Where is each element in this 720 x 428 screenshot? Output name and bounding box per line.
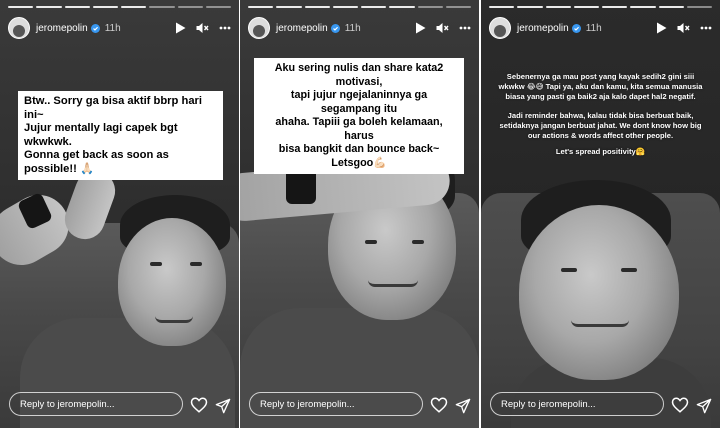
story-photo bbox=[481, 0, 720, 428]
story-panel-2[interactable]: jeromepolin 11h Aku sering nulis dan sha… bbox=[240, 0, 479, 428]
avatar[interactable] bbox=[489, 17, 511, 39]
mute-icon[interactable] bbox=[677, 22, 690, 34]
post-time: 11h bbox=[344, 22, 361, 34]
story-header: jeromepolin 11h bbox=[8, 15, 231, 41]
story-header: jeromepolin 11h bbox=[489, 15, 712, 41]
more-icon[interactable] bbox=[700, 26, 712, 30]
avatar[interactable] bbox=[8, 17, 30, 39]
story-panel-3[interactable]: jeromepolin 11h Sebenernya ga mau post y… bbox=[481, 0, 720, 428]
play-icon[interactable] bbox=[175, 22, 186, 34]
mute-icon[interactable] bbox=[196, 22, 209, 34]
play-icon[interactable] bbox=[656, 22, 667, 34]
heart-icon[interactable] bbox=[430, 396, 448, 414]
reply-input[interactable]: Reply to jeromepolin... bbox=[249, 392, 423, 416]
story-text-paragraph-3: Let's spread positivity🤗 bbox=[555, 147, 646, 156]
mute-icon[interactable] bbox=[436, 22, 449, 34]
avatar[interactable] bbox=[248, 17, 270, 39]
more-icon[interactable] bbox=[459, 26, 471, 30]
reply-input[interactable]: Reply to jeromepolin... bbox=[490, 392, 664, 416]
story-progress-bar bbox=[489, 6, 712, 8]
verified-badge-icon bbox=[90, 23, 100, 33]
verified-badge-icon bbox=[571, 23, 581, 33]
play-icon[interactable] bbox=[415, 22, 426, 34]
story-photo bbox=[0, 0, 239, 428]
verified-badge-icon bbox=[330, 23, 340, 33]
story-progress-bar bbox=[248, 6, 471, 8]
heart-icon[interactable] bbox=[190, 396, 208, 414]
heart-icon[interactable] bbox=[671, 396, 689, 414]
post-time: 11h bbox=[585, 22, 602, 34]
more-icon[interactable] bbox=[219, 26, 231, 30]
send-icon[interactable] bbox=[455, 398, 471, 414]
story-progress-bar bbox=[8, 6, 231, 8]
story-text-sticker: Btw.. Sorry ga bisa aktif bbrp hari ini~… bbox=[18, 91, 223, 180]
story-text-sticker: Aku sering nulis dan share kata2 motivas… bbox=[254, 58, 464, 174]
reply-input[interactable]: Reply to jeromepolin... bbox=[9, 392, 183, 416]
username[interactable]: jeromepolin bbox=[517, 23, 569, 34]
username[interactable]: jeromepolin bbox=[276, 23, 328, 34]
story-text-paragraph-1: Sebenernya ga mau post yang kayak sedih2… bbox=[498, 72, 703, 101]
story-text-paragraph-2: Jadi reminder bahwa, kalau tidak bisa be… bbox=[499, 111, 702, 140]
send-icon[interactable] bbox=[696, 398, 712, 414]
username[interactable]: jeromepolin bbox=[36, 23, 88, 34]
post-time: 11h bbox=[104, 22, 121, 34]
story-header: jeromepolin 11h bbox=[248, 15, 471, 41]
send-icon[interactable] bbox=[215, 398, 231, 414]
story-panel-1[interactable]: jeromepolin 11h Btw.. Sorry ga bisa akti… bbox=[0, 0, 239, 428]
